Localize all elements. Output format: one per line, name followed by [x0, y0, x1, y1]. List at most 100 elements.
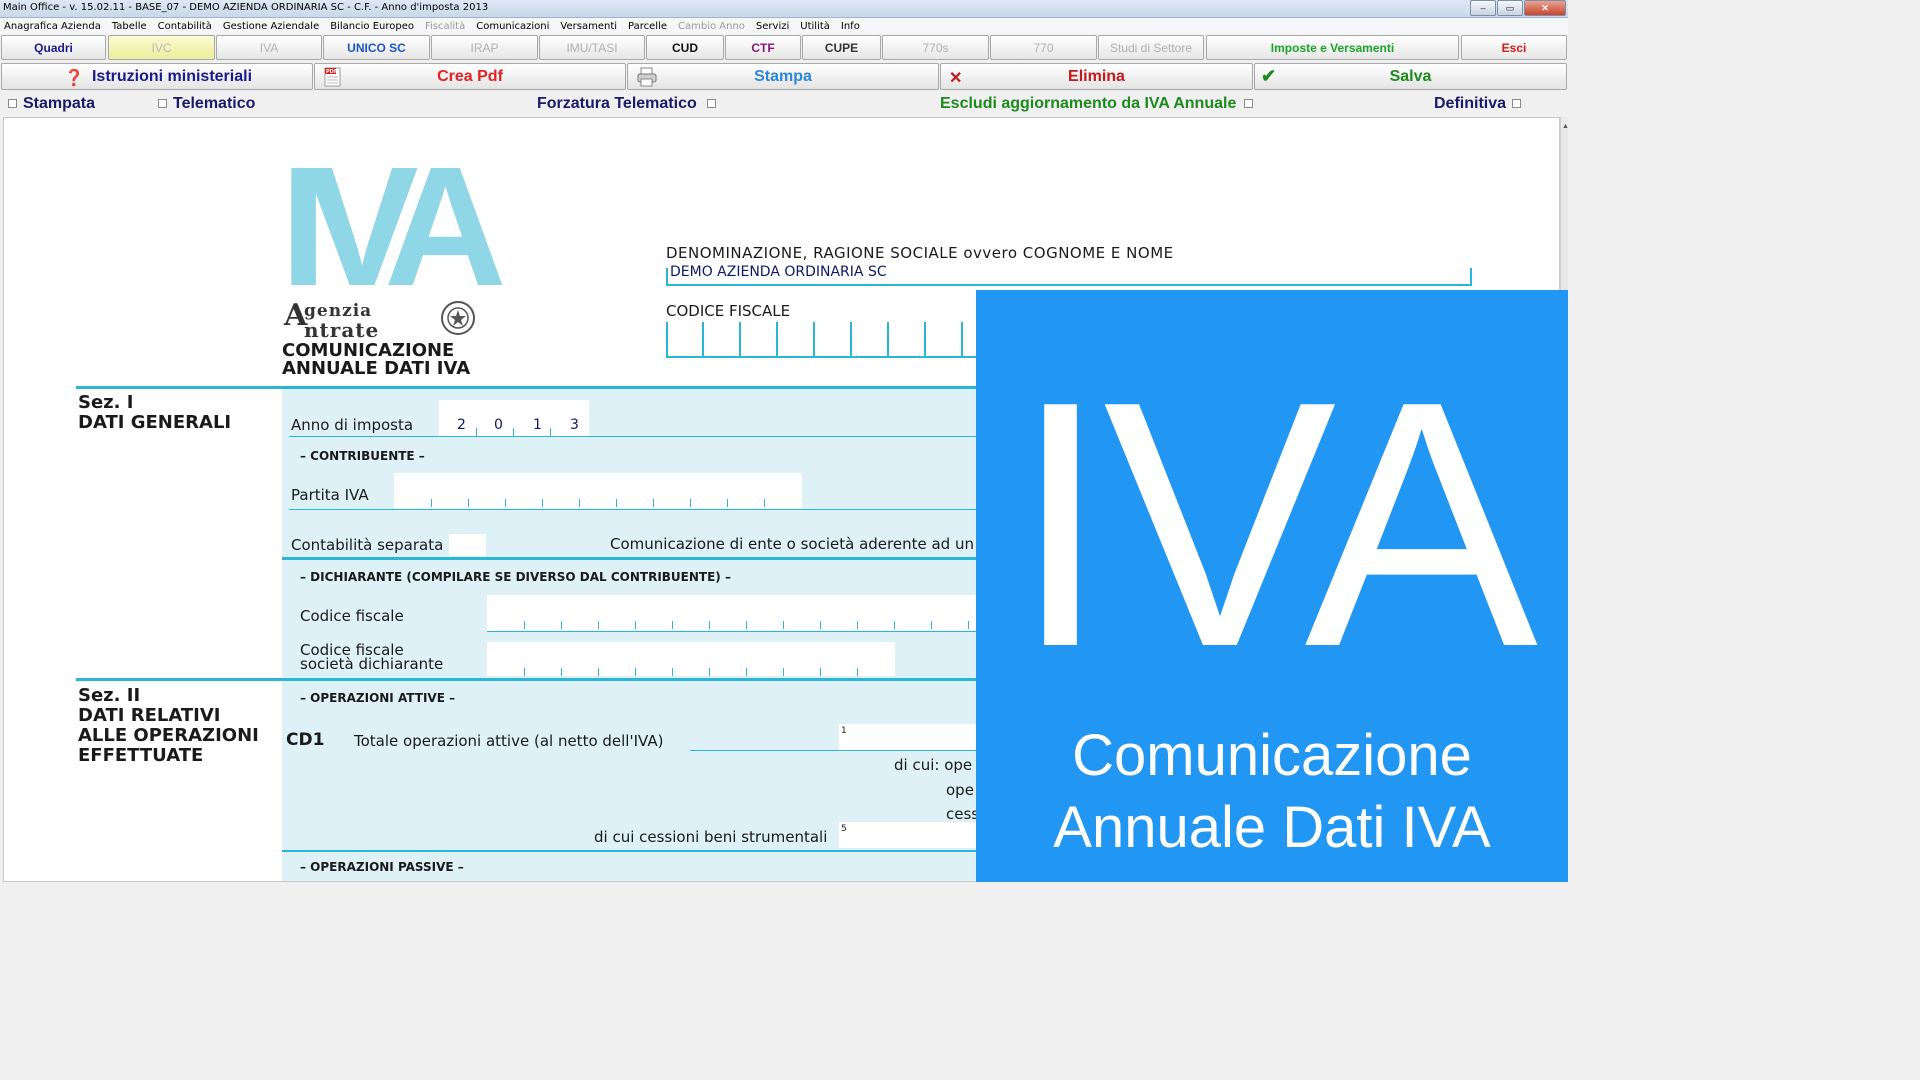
- denominazione-label: DENOMINAZIONE, RAGIONE SOCIALE ovvero CO…: [666, 244, 1174, 262]
- tab-770[interactable]: 770: [990, 35, 1097, 60]
- denominazione-right-edge: [1470, 268, 1472, 286]
- menu-item-contabilit-[interactable]: Contabilità: [158, 21, 212, 32]
- menu-item-parcelle[interactable]: Parcelle: [628, 21, 667, 32]
- tab-ctf[interactable]: CTF: [725, 35, 801, 60]
- operazioni-passive-rule: [282, 850, 986, 852]
- close-button[interactable]: ✕: [1524, 0, 1566, 16]
- contabilita-label: Contabilità separata: [291, 536, 444, 554]
- cess-label: cess: [946, 805, 980, 823]
- cd1-field-1[interactable]: 1: [839, 724, 986, 750]
- tab-studi-di-settore[interactable]: Studi di Settore: [1098, 35, 1204, 60]
- app-window: Main Office - v. 15.02.11 - BASE_07 - DE…: [0, 0, 1568, 882]
- minimize-button[interactable]: ‒: [1470, 0, 1496, 16]
- menu-item-gestione-aziendale[interactable]: Gestione Aziendale: [223, 21, 319, 32]
- maximize-button[interactable]: ▭: [1497, 0, 1523, 16]
- elimina-button[interactable]: ✕ Elimina: [940, 63, 1253, 90]
- comunicazione-ente-label: Comunicazione di ente o società aderente…: [610, 535, 989, 553]
- overlay-subtitle-line2: Annuale Dati IVA: [1053, 795, 1491, 860]
- title-bar: Main Office - v. 15.02.11 - BASE_07 - DE…: [0, 0, 1568, 18]
- iva-logo: IVA: [280, 132, 507, 322]
- partita-iva-field[interactable]: [394, 473, 802, 509]
- tab-irap[interactable]: IRAP: [431, 35, 538, 60]
- escludi-checkbox[interactable]: [1244, 99, 1253, 108]
- menu-item-anagrafica-azienda[interactable]: Anagrafica Azienda: [4, 21, 101, 32]
- options-row: Stampata Telematico Forzatura Telematico…: [0, 93, 1568, 115]
- menu-item-cambio-anno[interactable]: Cambio Anno: [678, 21, 745, 32]
- crea-pdf-label: Crea Pdf: [437, 68, 503, 85]
- operazioni-attive-heading: – OPERAZIONI ATTIVE –: [300, 691, 456, 705]
- cd1-code: CD1: [286, 730, 325, 750]
- agency-line2: ntrate: [304, 318, 380, 342]
- salva-label: Salva: [1389, 68, 1432, 85]
- crea-pdf-button[interactable]: PDF Crea Pdf: [314, 63, 626, 90]
- menu-item-versamenti[interactable]: Versamenti: [560, 21, 617, 32]
- salva-button[interactable]: ✔ Salva: [1254, 63, 1567, 90]
- codice-fiscale-boxes[interactable]: [666, 322, 986, 358]
- menu-item-utilit-[interactable]: Utilità: [800, 21, 830, 32]
- partita-iva-label: Partita IVA: [291, 486, 369, 504]
- tab-ivc[interactable]: IVC: [108, 35, 215, 60]
- denominazione-underline: [666, 284, 1472, 286]
- anno-digit-2: 0: [494, 417, 503, 433]
- tab-imu-tasi[interactable]: IMU/TASI: [539, 35, 645, 60]
- forzatura-label: Forzatura Telematico: [537, 95, 697, 112]
- iva-promo-overlay: IVA Comunicazione Annuale Dati IVA: [976, 290, 1568, 882]
- forzatura-checkbox[interactable]: [707, 99, 716, 108]
- stampata-checkbox[interactable]: [8, 99, 17, 108]
- sez2-line3: EFFETTUATE: [78, 745, 204, 766]
- definitiva-label: Definitiva: [1434, 95, 1507, 112]
- anno-digit-4: 3: [570, 417, 579, 433]
- menu-item-fiscalit-[interactable]: Fiscalità: [425, 21, 465, 32]
- tab-cupe[interactable]: CUPE: [802, 35, 881, 60]
- cf-soc-field[interactable]: [487, 642, 895, 676]
- sez1-subtitle: DATI GENERALI: [78, 412, 232, 433]
- menu-item-comunicazioni[interactable]: Comunicazioni: [476, 21, 549, 32]
- codice-fiscale-dich-underline: [487, 631, 986, 632]
- istruzioni-label: Istruzioni ministeriali: [91, 68, 253, 85]
- tab-esci[interactable]: Esci: [1461, 35, 1567, 60]
- denominazione-value[interactable]: DEMO AZIENDA ORDINARIA SC: [670, 264, 887, 280]
- menu-item-servizi[interactable]: Servizi: [756, 21, 789, 32]
- telematico-label: Telematico: [173, 95, 256, 112]
- ope-label: ope: [946, 781, 974, 799]
- istruzioni-button[interactable]: ❓ Istruzioni ministeriali: [1, 63, 313, 90]
- anno-digit-3: 1: [533, 417, 542, 433]
- scroll-up-arrow-icon[interactable]: ▲: [1562, 123, 1568, 130]
- menu-item-bilancio-europeo[interactable]: Bilancio Europeo: [330, 21, 414, 32]
- contabilita-field[interactable]: [449, 534, 486, 556]
- partita-iva-underline: [289, 509, 986, 510]
- action-toolbar: ❓ Istruzioni ministeriali PDF Crea Pdf S…: [0, 63, 1568, 91]
- sez1-title: Sez. I: [78, 392, 134, 413]
- codice-fiscale-label: CODICE FISCALE: [666, 302, 791, 320]
- tab-unico-sc[interactable]: UNICO SC: [323, 35, 430, 60]
- anno-underline: [289, 436, 986, 437]
- codice-fiscale-dich-field[interactable]: [487, 595, 986, 631]
- tab-770s[interactable]: 770s: [882, 35, 989, 60]
- totale-operazioni-label: Totale operazioni attive (al netto dell'…: [354, 732, 664, 750]
- window-controls: ‒ ▭ ✕: [1470, 0, 1566, 16]
- denominazione-left-edge: [666, 268, 668, 286]
- menu-item-info[interactable]: Info: [841, 21, 860, 32]
- telematico-checkbox[interactable]: [158, 99, 167, 108]
- cd1-field-1-index: 1: [841, 726, 847, 736]
- comunicazione-line2: ANNUALE DATI IVA: [282, 358, 471, 379]
- tab-cud[interactable]: CUD: [646, 35, 724, 60]
- cf-soc-line2: società dichiarante: [300, 655, 444, 673]
- menu-item-tabelle[interactable]: Tabelle: [112, 21, 147, 32]
- elimina-label: Elimina: [1068, 68, 1125, 85]
- cd1-field-5[interactable]: 5: [839, 822, 986, 848]
- stampa-label: Stampa: [754, 68, 812, 85]
- overlay-big-title: IVA: [1011, 329, 1538, 720]
- sez2-line1: DATI RELATIVI: [78, 705, 221, 726]
- definitiva-checkbox[interactable]: [1512, 99, 1521, 108]
- tab-quadri[interactable]: Quadri: [1, 35, 106, 60]
- contribuente-heading: – CONTRIBUENTE –: [300, 449, 425, 463]
- anno-digit-1: 2: [457, 417, 466, 433]
- dicui-cessioni-label: di cui cessioni beni strumentali: [594, 828, 828, 846]
- tab-iva[interactable]: IVA: [216, 35, 322, 60]
- stampa-button[interactable]: Stampa: [627, 63, 939, 90]
- anno-field[interactable]: 2 0 1 3: [439, 400, 589, 436]
- dicui-ope-label: di cui: ope: [894, 756, 973, 774]
- tab-imposte-e-versamenti[interactable]: Imposte e Versamenti: [1206, 35, 1459, 60]
- codice-fiscale-dich-label: Codice fiscale: [300, 607, 404, 625]
